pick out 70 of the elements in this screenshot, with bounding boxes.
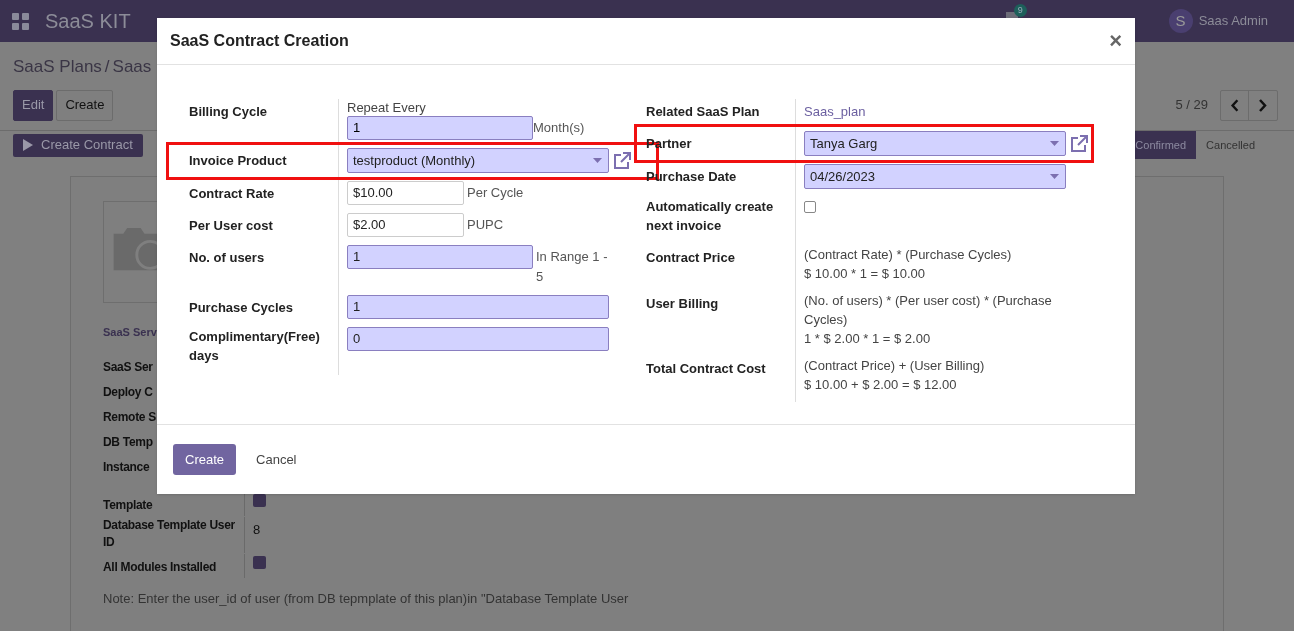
formula-text: 1 * $ 2.00 * 1 = $ 2.00 <box>804 330 932 348</box>
field-label: Remote S <box>103 408 156 426</box>
dropdown-caret-icon <box>1050 141 1059 146</box>
pager-counter: 5 / 29 <box>1175 96 1208 115</box>
field-label: Template <box>103 496 153 514</box>
unit-label: PUPC <box>467 216 505 234</box>
close-button[interactable]: × <box>1109 30 1122 52</box>
field-label: User Billing <box>646 295 719 313</box>
field-label: DB Temp <box>103 433 153 451</box>
input-field[interactable]: $10.00 <box>347 181 464 205</box>
formula-text: $ 10.00 + $ 2.00 = $ 12.00 <box>804 376 958 394</box>
field-label: Contract Price <box>646 249 735 267</box>
formula-text: (Contract Price) + (User Billing) <box>804 357 986 375</box>
unit-label: Per Cycle <box>467 184 525 202</box>
field-label: Related SaaS Plan <box>646 103 760 121</box>
app-grid-icon[interactable] <box>12 12 29 30</box>
checkbox[interactable] <box>804 201 816 213</box>
dropdown-caret-icon <box>1050 174 1059 179</box>
field-label: All Modules Installed <box>103 558 217 576</box>
control-button[interactable]: Create <box>56 89 114 121</box>
user-name[interactable]: Saas Admin <box>1198 11 1268 31</box>
formula-text: (Contract Rate) * (Purchase Cycles) <box>804 246 1013 264</box>
field-label: Instance <box>103 458 150 476</box>
dialog-button[interactable]: Cancel <box>244 444 309 475</box>
unit-label: Month(s) <box>533 120 585 136</box>
field-label: Deploy C <box>103 383 153 401</box>
field-label: Partner <box>646 135 692 153</box>
breadcrumb-link[interactable]: SaaS Plans <box>13 54 102 80</box>
field-label: Total Contract Cost <box>646 360 766 378</box>
field-label: Purchase Cycles <box>189 299 294 317</box>
select-field[interactable]: 04/26/2023 <box>804 164 1066 189</box>
external-link-icon[interactable] <box>1069 133 1089 154</box>
section-title: SaaS Serv <box>103 325 157 338</box>
breadcrumb-separator: / <box>104 56 110 78</box>
field-label: Purchase Date <box>646 168 737 186</box>
field-label: No. of users <box>189 249 265 267</box>
input-field[interactable]: $2.00 <box>347 213 464 237</box>
user-avatar[interactable]: S <box>1168 9 1193 33</box>
field-label: Complimentary(Free) days <box>189 328 321 365</box>
select-field[interactable]: Tanya Garg <box>804 131 1066 156</box>
control-button[interactable]: Edit <box>13 89 54 121</box>
field-label: Billing Cycle <box>189 103 268 121</box>
field-label: Per User cost <box>189 217 273 235</box>
play-icon <box>23 139 33 151</box>
note-text: Note: Enter the user_id of user (from DB tepmplate of this plan)in "Database Template User <box>103 590 629 606</box>
plan-link[interactable]: Saas_plan <box>804 104 866 119</box>
formula-text: $ 10.00 * 1 = $ 10.00 <box>804 265 927 283</box>
field-label: Database Template User ID <box>103 516 236 551</box>
input-field[interactable]: 0 <box>347 327 609 351</box>
field-label: Invoice Product <box>189 152 287 170</box>
field-label: Automatically create next invoice <box>646 198 775 235</box>
unit-label: In Range 1 - 5 <box>536 248 609 286</box>
input-field[interactable]: 1 <box>347 116 533 140</box>
repeat-label: Repeat Every <box>347 99 427 116</box>
field-label: Contract Rate <box>189 185 275 203</box>
field-value: 8 <box>253 521 261 537</box>
dropdown-caret-icon <box>593 158 602 163</box>
select-field[interactable]: testproduct (Monthly) <box>347 148 609 173</box>
create-contract-button[interactable]: Create Contract <box>13 133 143 157</box>
app-name: SaaS KIT <box>45 9 131 34</box>
external-link-icon[interactable] <box>612 150 632 171</box>
formula-text: (No. of users) * (Per user cost) * (Purchase Cycles) <box>804 292 1053 329</box>
dialog-title: SaaS Contract Creation <box>170 31 349 51</box>
notification-badge: 9 <box>1013 4 1027 17</box>
dialog-button[interactable]: Create <box>173 444 237 475</box>
field-label: SaaS Ser <box>103 358 153 376</box>
input-field[interactable]: 1 <box>347 295 609 319</box>
status-stage[interactable]: Cancelled <box>1196 131 1265 159</box>
breadcrumb-current: Saas <box>112 56 152 78</box>
input-field[interactable]: 1 <box>347 245 533 269</box>
